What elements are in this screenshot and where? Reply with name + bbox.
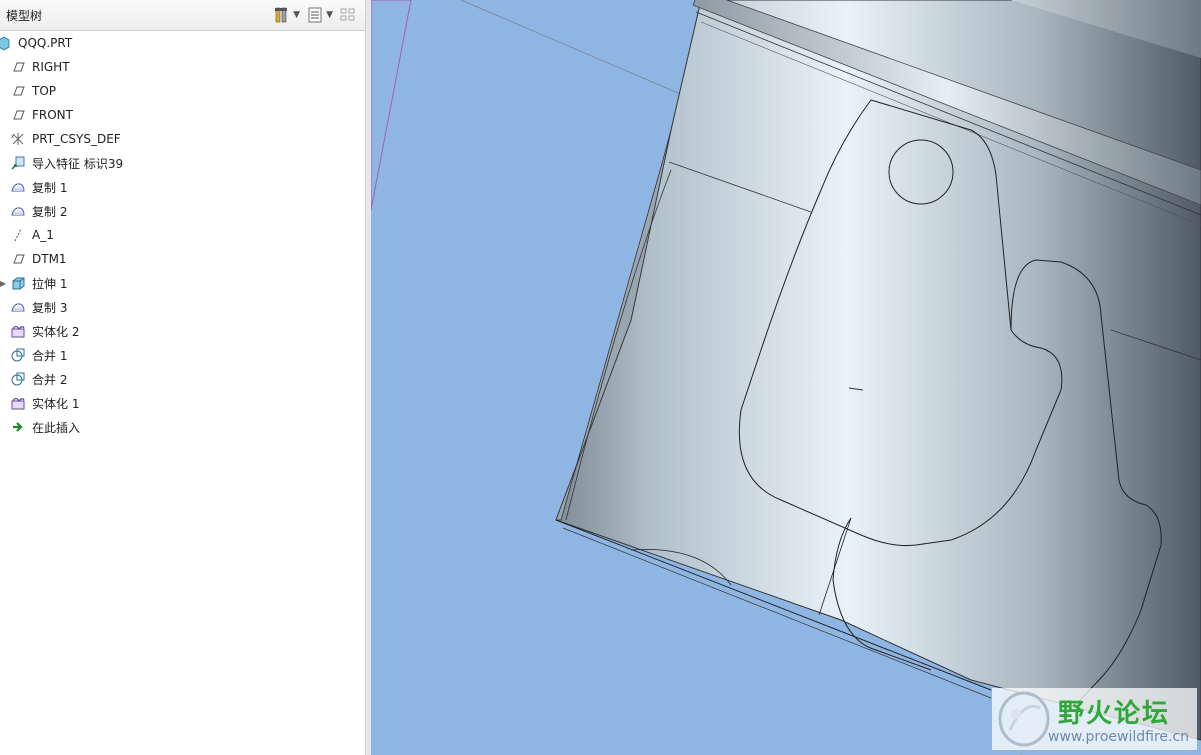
- tree-item[interactable]: TOP: [10, 81, 56, 101]
- copy-surface-icon: [11, 183, 25, 192]
- tree-item-label: 拉伸 1: [32, 276, 68, 291]
- tree-item-label: 复制 3: [32, 300, 68, 315]
- tree-item-label: QQQ.PRT: [18, 36, 73, 50]
- model-tree-panel: 模型树 ▼ ▼ QQQ.PRT RIGHT TOP FRONT x PRT_CS…: [0, 0, 366, 755]
- settings-tools-button[interactable]: ▼: [273, 4, 300, 26]
- chevron-down-icon: ▼: [326, 10, 333, 20]
- tree-filter-button[interactable]: [339, 4, 357, 26]
- import-feature-icon: [11, 156, 25, 170]
- show-options-button[interactable]: ▼: [306, 4, 333, 26]
- extrude-icon: [12, 277, 25, 290]
- model-tree-header: 模型树 ▼ ▼: [0, 0, 365, 31]
- tree-item-label: TOP: [32, 84, 57, 98]
- tree-item-label: A_1: [32, 228, 54, 242]
- svg-text:x: x: [11, 134, 14, 140]
- watermark-title: 野火论坛: [1058, 699, 1171, 729]
- solidify-icon: [11, 397, 25, 410]
- tree-item[interactable]: QQQ.PRT: [0, 33, 72, 53]
- tree-item-label: 实体化 1: [32, 396, 80, 411]
- part-icon: [0, 36, 10, 51]
- datum-plane-icon: [13, 86, 25, 96]
- tree-item-label: 导入特征 标识39: [32, 156, 124, 171]
- tree-item[interactable]: 复制 1: [10, 177, 67, 197]
- merge-icon: [11, 348, 25, 362]
- expand-arrow-icon[interactable]: ▶: [0, 279, 6, 288]
- tree-item[interactable]: RIGHT: [10, 57, 70, 77]
- tree-item-label: 实体化 2: [32, 324, 80, 339]
- tree-item-label: 复制 2: [32, 204, 68, 219]
- hammer-tools-icon: [275, 7, 288, 23]
- datum-axis-icon: [14, 228, 22, 242]
- list-view-icon: [308, 7, 322, 23]
- tree-item[interactable]: x PRT_CSYS_DEF: [10, 129, 121, 149]
- tree-filter-icon: [340, 8, 355, 21]
- tree-item-label: RIGHT: [32, 60, 70, 74]
- tree-item[interactable]: DTM1: [10, 249, 67, 269]
- solidify-icon: [11, 325, 25, 338]
- tree-item[interactable]: 拉伸 1: [10, 273, 67, 293]
- model-tree-title: 模型树: [6, 9, 43, 23]
- copy-surface-icon: [11, 303, 25, 312]
- merge-icon: [11, 372, 25, 386]
- tree-item[interactable]: 复制 2: [10, 201, 67, 221]
- tree-item-label: FRONT: [32, 108, 73, 122]
- model-render: [371, 0, 1201, 755]
- tree-item[interactable]: 合并 1: [10, 345, 67, 365]
- graphics-viewport[interactable]: [371, 0, 1201, 755]
- tree-item[interactable]: 复制 3: [10, 297, 67, 317]
- tree-item[interactable]: 实体化 1: [10, 393, 79, 413]
- tree-item[interactable]: A_1: [10, 225, 54, 245]
- tree-item-label: 合并 2: [32, 372, 68, 387]
- datum-plane-icon: [13, 254, 25, 264]
- copy-surface-icon: [11, 207, 25, 216]
- tree-item-label: 在此插入: [32, 420, 81, 435]
- tree-item[interactable]: 实体化 2: [10, 321, 79, 341]
- tree-item-label: 复制 1: [32, 180, 68, 195]
- tree-item-label: DTM1: [32, 252, 67, 266]
- tree-item-label: 合并 1: [32, 348, 68, 363]
- coordinate-system-icon: x: [11, 133, 24, 145]
- tree-item[interactable]: FRONT: [10, 105, 73, 125]
- datum-plane-icon: [13, 110, 25, 120]
- datum-plane-icon: [13, 62, 25, 72]
- watermark-url: www.proewildfire.cn: [1048, 729, 1190, 745]
- tree-item[interactable]: 导入特征 标识39: [10, 153, 123, 173]
- tree-item-label: PRT_CSYS_DEF: [32, 132, 121, 146]
- tree-item[interactable]: 在此插入: [10, 417, 80, 437]
- wildfire-logo-icon: [998, 691, 1050, 747]
- chevron-down-icon: ▼: [293, 10, 301, 20]
- tree-item[interactable]: 合并 2: [10, 369, 67, 389]
- insert-here-arrow-icon: [13, 422, 23, 432]
